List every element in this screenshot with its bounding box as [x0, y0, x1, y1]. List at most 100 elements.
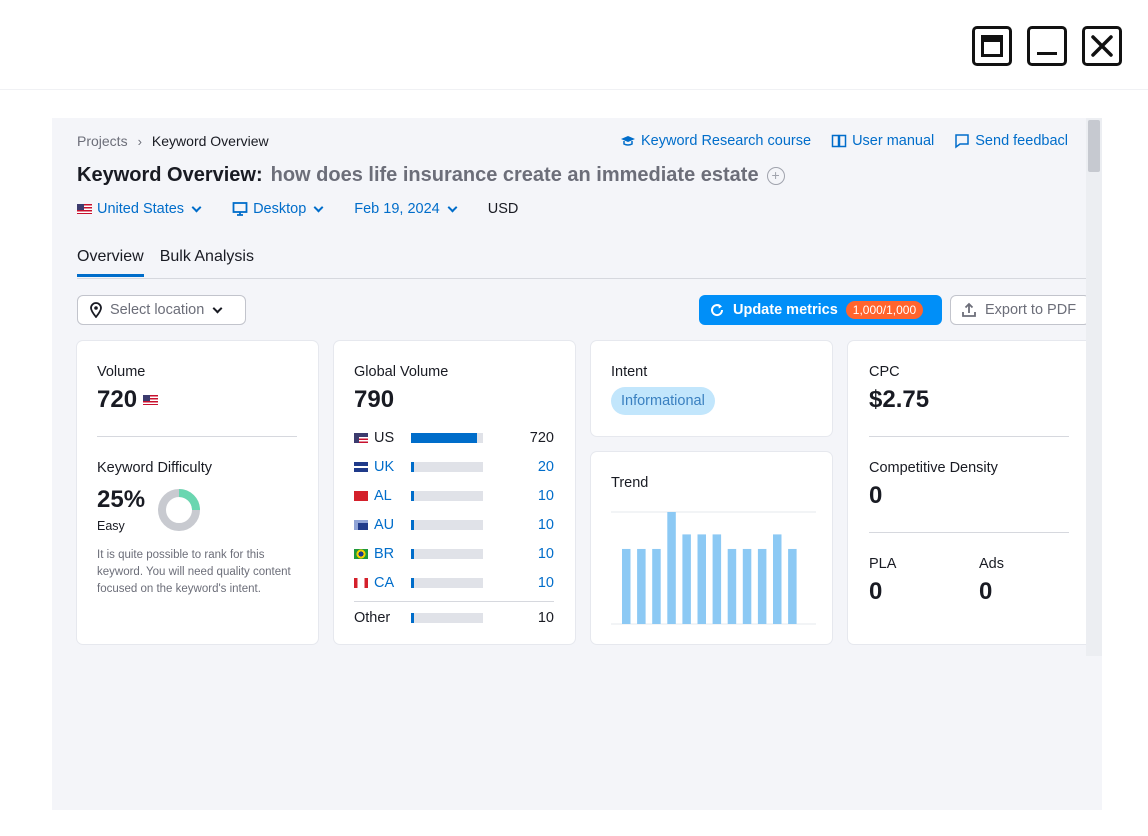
restore-icon	[981, 35, 1003, 57]
breadcrumb: Projects › Keyword Overview	[77, 133, 269, 149]
country-volume: 10	[537, 488, 554, 504]
device-dropdown[interactable]: Desktop	[232, 201, 326, 217]
share-bar-fill	[411, 549, 414, 559]
country-code: CA	[374, 575, 395, 591]
country-code: AL	[374, 488, 392, 504]
share-bar-fill	[411, 578, 414, 588]
chevron-down-icon	[447, 202, 458, 213]
send-feedback-link[interactable]: Send feedbacl	[954, 133, 1068, 149]
minimize-window-button[interactable]	[1027, 26, 1067, 66]
keyword-difficulty-description: It is quite possible to rank for this ke…	[97, 549, 291, 595]
card-divider	[97, 436, 297, 437]
user-manual-link[interactable]: User manual	[831, 133, 934, 149]
country-volume: 20	[537, 459, 554, 475]
filter-bar: United States Desktop Feb 19, 2024 USD	[77, 201, 518, 217]
trend-bar[interactable]	[682, 534, 691, 624]
page-title-keyword: how does life insurance create an immedi…	[270, 164, 759, 186]
intent-card: Intent Informational	[591, 341, 832, 436]
desktop-icon	[232, 202, 248, 216]
share-bar	[411, 491, 483, 501]
trend-bar[interactable]	[757, 548, 767, 624]
page-title-prefix: Keyword Overview:	[77, 164, 263, 186]
feedback-icon	[955, 134, 970, 149]
card-divider	[869, 436, 1069, 437]
breadcrumb-projects-link[interactable]: Projects	[77, 133, 128, 149]
restore-window-button[interactable]	[972, 26, 1012, 66]
refresh-icon	[711, 304, 724, 317]
location-select[interactable]: Select location	[77, 295, 246, 325]
help-links: Keyword Research course User manual Send…	[620, 133, 1068, 149]
graduation-cap-icon	[621, 136, 635, 146]
share-bar	[411, 462, 483, 472]
share-bar	[411, 520, 483, 530]
card-divider	[354, 601, 554, 602]
trend-bar[interactable]	[773, 534, 782, 624]
export-pdf-button[interactable]: Export to PDF	[950, 295, 1090, 325]
trend-bar[interactable]	[742, 548, 752, 624]
competitive-density-value: 0	[869, 482, 883, 509]
us-flag-icon	[77, 204, 92, 214]
au-flag-icon	[354, 520, 368, 530]
share-bar-fill	[411, 462, 414, 472]
update-metrics-button[interactable]: Update metrics 1,000/1,000	[699, 295, 942, 325]
trend-bar[interactable]	[667, 512, 676, 624]
country-row-ca[interactable]: CA 10	[354, 573, 554, 593]
tab-overview[interactable]: Overview	[77, 248, 144, 277]
tab-divider	[77, 278, 1087, 279]
ads-label: Ads	[979, 556, 1004, 572]
uk-flag-icon	[354, 462, 368, 472]
volume-value-row: 720	[97, 386, 159, 414]
trend-chart	[611, 511, 816, 625]
ads-value: 0	[979, 578, 993, 605]
country-row-br[interactable]: BR 10	[354, 544, 554, 564]
country-row-au[interactable]: AU 10	[354, 515, 554, 535]
vertical-scrollbar[interactable]	[1086, 118, 1102, 656]
update-metrics-label: Update metrics	[733, 302, 838, 318]
trend-bar[interactable]	[727, 548, 737, 624]
br-flag-icon	[354, 549, 368, 559]
trend-bar[interactable]	[697, 534, 707, 624]
trend-bar[interactable]	[652, 548, 661, 624]
keyword-research-course-label: Keyword Research course	[641, 133, 812, 149]
trend-bar[interactable]	[712, 534, 722, 624]
share-bar-fill	[411, 613, 414, 623]
country-volume: 10	[537, 517, 554, 533]
trend-bar[interactable]	[637, 548, 646, 624]
country-row-uk[interactable]: UK 20	[354, 457, 554, 477]
close-window-button[interactable]	[1082, 26, 1122, 66]
other-volume: 10	[537, 610, 554, 626]
global-volume-value: 790	[354, 386, 395, 413]
tab-bulk-analysis[interactable]: Bulk Analysis	[160, 248, 254, 277]
keyword-research-course-link[interactable]: Keyword Research course	[620, 133, 811, 149]
share-bar	[411, 578, 483, 588]
date-label: Feb 19, 2024	[354, 201, 440, 217]
global-volume-label: Global Volume	[354, 364, 449, 380]
date-dropdown[interactable]: Feb 19, 2024	[354, 201, 459, 217]
device-label: Desktop	[253, 201, 307, 217]
country-row-us[interactable]: US 720	[354, 428, 554, 448]
intent-badge: Informational	[611, 387, 715, 415]
trend-card: Trend	[591, 452, 832, 644]
country-volume: 10	[537, 546, 554, 562]
country-dropdown[interactable]: United States	[77, 201, 204, 217]
card-divider	[869, 532, 1069, 533]
country-label: United States	[97, 201, 185, 217]
add-keyword-icon[interactable]: +	[766, 166, 785, 185]
location-pin-icon	[90, 302, 102, 318]
close-icon	[1091, 35, 1113, 57]
country-row-al[interactable]: AL 10	[354, 486, 554, 506]
cpc-value: $2.75	[869, 386, 930, 413]
page-title: Keyword Overview: how does life insuranc…	[77, 164, 785, 187]
chevron-down-icon	[191, 202, 202, 213]
country-volume: 10	[537, 575, 554, 591]
export-pdf-label: Export to PDF	[985, 302, 1077, 318]
other-label: Other	[354, 610, 391, 626]
pla-value: 0	[869, 578, 883, 605]
scrollbar-thumb[interactable]	[1088, 120, 1100, 172]
trend-bar[interactable]	[788, 548, 797, 624]
tab-bar: Overview Bulk Analysis	[77, 248, 254, 277]
keyword-difficulty-ring	[158, 489, 200, 531]
pla-label: PLA	[869, 556, 897, 572]
minimize-icon	[1037, 51, 1057, 55]
trend-bar[interactable]	[622, 548, 631, 624]
